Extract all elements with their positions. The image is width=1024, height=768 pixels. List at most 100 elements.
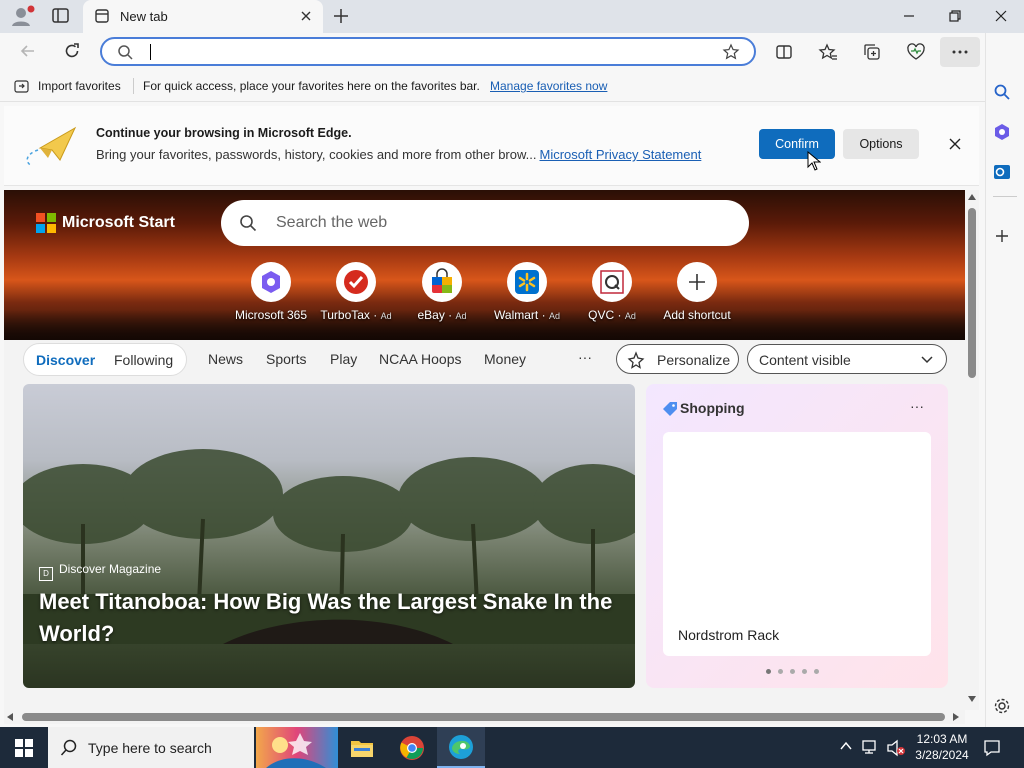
- file-explorer-icon[interactable]: [350, 737, 374, 759]
- content-visible-dropdown[interactable]: Content visible: [747, 344, 947, 374]
- close-window-icon[interactable]: [993, 8, 1009, 24]
- favorites-divider: [133, 78, 134, 94]
- taskbar-search-icon: [60, 739, 78, 757]
- nav-news[interactable]: News: [208, 351, 243, 367]
- windows-start-icon[interactable]: [15, 739, 33, 757]
- nav-play[interactable]: Play: [330, 351, 357, 367]
- web-search-box[interactable]: Search the web: [221, 200, 749, 246]
- settings-and-more-button[interactable]: [940, 37, 980, 67]
- privacy-statement-link[interactable]: Microsoft Privacy Statement: [540, 147, 702, 162]
- carousel-dot[interactable]: [814, 669, 819, 674]
- vertical-scrollbar[interactable]: [965, 190, 979, 710]
- taskbar-search-placeholder: Type here to search: [88, 740, 212, 756]
- chrome-icon[interactable]: [399, 735, 425, 761]
- mouse-cursor-icon: [807, 151, 821, 171]
- browser-essentials-icon[interactable]: [906, 42, 926, 62]
- search-icon: [117, 44, 133, 60]
- plus-icon: [689, 274, 705, 290]
- manage-favorites-link[interactable]: Manage favorites now: [490, 79, 607, 93]
- horizontal-scroll-thumb[interactable]: [22, 713, 945, 721]
- microsoft-365-tile: [251, 262, 291, 302]
- carousel-dot[interactable]: [802, 669, 807, 674]
- nav-money[interactable]: Money: [484, 351, 526, 367]
- profile-icon[interactable]: [8, 4, 36, 28]
- tab-discover[interactable]: Discover: [36, 352, 95, 368]
- notifications-icon[interactable]: [983, 739, 1001, 757]
- restore-icon[interactable]: [947, 8, 963, 24]
- turbotax-tile: [336, 262, 376, 302]
- clock-date: 3/28/2024: [915, 748, 969, 762]
- shopping-more-button[interactable]: ···: [910, 398, 924, 414]
- taskbar-clock[interactable]: 12:03 AM 3/28/2024: [912, 731, 972, 763]
- taskbar-search-box[interactable]: Type here to search: [48, 727, 254, 768]
- source-logo-icon: D: [39, 567, 53, 581]
- address-input[interactable]: [148, 43, 708, 61]
- vertical-scroll-thumb[interactable]: [968, 208, 976, 378]
- sidebar: [985, 33, 1024, 727]
- taskbar: Type here to search 12:03 AM 3/28/2024: [0, 727, 1024, 768]
- featured-article-card[interactable]: D Discover Magazine Meet Titanoboa: How B…: [23, 384, 635, 688]
- sidebar-settings-gear-icon[interactable]: [993, 697, 1011, 715]
- scroll-down-icon[interactable]: [968, 696, 976, 702]
- favorites-bar: Import favorites For quick access, place…: [0, 70, 985, 102]
- add-sidebar-item-icon[interactable]: [994, 228, 1010, 244]
- import-favorites-button[interactable]: Import favorites: [38, 79, 121, 93]
- import-browsing-banner: Continue your browsing in Microsoft Edge…: [4, 106, 979, 186]
- horizontal-scrollbar[interactable]: [4, 710, 965, 724]
- text-caret: [150, 44, 151, 60]
- new-tab-plus-icon[interactable]: [332, 7, 350, 25]
- scroll-up-icon[interactable]: [968, 194, 976, 200]
- carousel-pager[interactable]: [766, 668, 826, 676]
- favorite-star-icon[interactable]: [722, 43, 740, 61]
- shortcut-label: Add shortcut: [663, 308, 731, 322]
- paper-plane-illustration-icon: [20, 120, 80, 170]
- show-hidden-icons-icon[interactable]: [840, 741, 852, 751]
- qvc-icon: [600, 270, 624, 294]
- brand-name: Microsoft Start: [62, 214, 175, 231]
- close-tab-icon[interactable]: [299, 9, 313, 23]
- favorites-icon[interactable]: [818, 42, 838, 62]
- options-button[interactable]: Options: [843, 129, 919, 159]
- carousel-dot[interactable]: [790, 669, 795, 674]
- address-bar[interactable]: [100, 37, 756, 66]
- scroll-left-icon[interactable]: [7, 713, 13, 721]
- edge-taskbar-button[interactable]: [437, 727, 485, 768]
- scroll-right-icon[interactable]: [953, 713, 959, 721]
- shopping-item-card[interactable]: Nordstrom Rack: [663, 432, 931, 656]
- article-headline[interactable]: Meet Titanoboa: How Big Was the Largest …: [39, 586, 619, 650]
- refresh-icon[interactable]: [62, 41, 82, 61]
- sidebar-search-icon[interactable]: [993, 83, 1011, 101]
- shortcut-add[interactable]: Add shortcut: [652, 262, 742, 327]
- nav-ncaa-hoops[interactable]: NCAA Hoops: [379, 351, 461, 367]
- microsoft-start-logo[interactable]: Microsoft Start: [36, 213, 175, 233]
- collections-icon[interactable]: [862, 42, 882, 62]
- nav-more-button[interactable]: ···: [578, 349, 592, 365]
- shopping-title: Shopping: [680, 400, 745, 416]
- personalize-button[interactable]: Personalize: [616, 344, 739, 374]
- carousel-dot[interactable]: [766, 669, 771, 674]
- outlook-icon[interactable]: [993, 163, 1011, 181]
- carousel-dot[interactable]: [778, 669, 783, 674]
- microsoft-365-icon[interactable]: [993, 123, 1011, 141]
- feed-nav: Discover Following News Sports Play NCAA…: [4, 340, 965, 384]
- turbotax-icon: [344, 270, 368, 294]
- tab-following[interactable]: Following: [114, 352, 173, 368]
- web-search-icon: [239, 214, 257, 232]
- banner-title: Continue your browsing in Microsoft Edge…: [96, 126, 352, 140]
- banner-body-text: Bring your favorites, passwords, history…: [96, 147, 537, 162]
- confirm-button[interactable]: Confirm: [759, 129, 835, 159]
- volume-muted-icon[interactable]: [886, 739, 906, 757]
- back-icon[interactable]: [18, 41, 38, 61]
- tab-actions-icon[interactable]: [50, 6, 72, 26]
- tab-new-tab[interactable]: New tab: [83, 0, 323, 33]
- article-source-name: Discover Magazine: [59, 562, 162, 576]
- search-highlight-icon[interactable]: [256, 727, 338, 768]
- network-icon[interactable]: [862, 739, 880, 755]
- nav-sports[interactable]: Sports: [266, 351, 306, 367]
- shopping-tag-icon: [662, 401, 678, 417]
- split-screen-icon[interactable]: [774, 42, 794, 62]
- minimize-icon[interactable]: [901, 8, 917, 24]
- add-shortcut-tile: [677, 262, 717, 302]
- close-banner-icon[interactable]: [948, 137, 962, 151]
- feed-mode-switch: Discover Following: [23, 343, 187, 376]
